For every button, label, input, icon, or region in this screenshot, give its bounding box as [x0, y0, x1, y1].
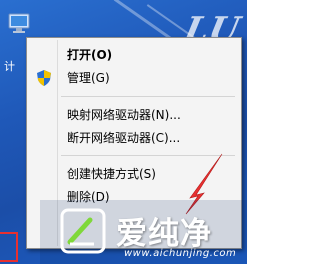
menu-item-map-network-drive[interactable]: 映射网络驱动器(N)... [29, 103, 237, 125]
brand-name: 爱纯净 [116, 216, 212, 252]
brand-logo-icon [60, 208, 106, 254]
computer-icon[interactable] [8, 12, 30, 34]
menu-item-create-shortcut[interactable]: 创建快捷方式(S) [29, 162, 237, 184]
menu-item-label: 管理(G) [67, 70, 110, 85]
menu-item-label: 断开网络驱动器(C)... [67, 130, 181, 145]
menu-item-open[interactable]: 打开(O) [29, 43, 237, 65]
brand-url: www.aichunjing.com [124, 248, 237, 259]
desktop-icon-label: 计 [4, 60, 15, 73]
menu-item-disconnect-network-drive[interactable]: 断开网络驱动器(C)... [29, 126, 237, 148]
watermark-brand: 爱纯净 www.aichunjing.com [40, 200, 247, 264]
menu-separator [61, 155, 235, 156]
menu-separator [61, 96, 235, 97]
red-highlight-marker [0, 232, 18, 262]
menu-item-label: 打开(O) [67, 47, 113, 62]
menu-item-label: 创建快捷方式(S) [67, 166, 156, 181]
shield-icon [37, 70, 51, 86]
menu-item-label: 映射网络驱动器(N)... [67, 107, 181, 122]
menu-item-manage[interactable]: 管理(G) [29, 66, 237, 88]
